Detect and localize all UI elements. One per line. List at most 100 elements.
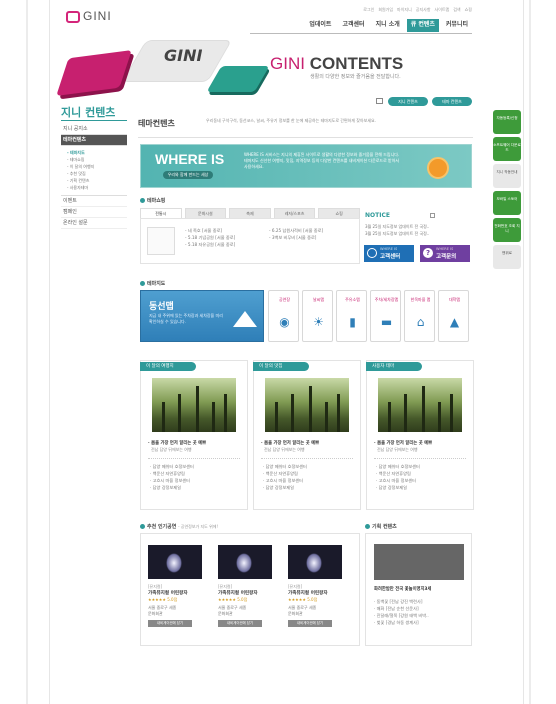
card-list-item[interactable]: · 백운산 자연휴양림 — [376, 470, 468, 477]
util-link[interactable]: 마이지니 — [397, 7, 412, 15]
sidebar-item[interactable]: 이벤트 — [61, 196, 127, 207]
card-list-item[interactable]: · 백운산 자연휴양림 — [263, 470, 355, 477]
map-icon-button[interactable]: 주차/세차장맵 ▬ — [370, 290, 401, 342]
util-link[interactable]: 검색 — [453, 7, 460, 15]
map-icon-button[interactable]: 대학맵 ▲ — [438, 290, 469, 342]
card-list-item[interactable]: · 백운산 자연휴양림 — [150, 470, 242, 477]
main-nav-item[interactable]: 큐 컨텐츠 — [406, 19, 439, 32]
map-icon-button[interactable]: 날씨맵 ☀ — [302, 290, 333, 342]
notice-item-2[interactable]: 3월 25일 지도정보 업데이트 전 국정.. — [365, 231, 429, 237]
sidebar-subitem[interactable]: - 사용자테마 — [67, 184, 127, 191]
hero-title-b: CONTENTS — [309, 54, 404, 73]
card-list-item[interactable]: · 고흐시 마을 정보센터 — [150, 477, 242, 484]
sidebar-subitem[interactable]: - 추천 맛집 — [67, 170, 127, 177]
sidebar-subitem[interactable]: - 기획 컨텐츠 — [67, 177, 127, 184]
main-nav-item[interactable]: 커뮤니티 — [442, 19, 472, 32]
navi-save-button[interactable]: 내비게이션에 담기 — [218, 620, 262, 627]
card-list-item[interactable]: · 담양 메쉬터 호정보센터 — [150, 463, 242, 470]
tab-shopping[interactable]: 레저/스포츠 — [273, 208, 316, 218]
customer-center-button[interactable]: WHERE IS 고객센터 — [364, 245, 414, 262]
tab-shopping[interactable]: 축제 — [229, 208, 271, 218]
notice-item-1[interactable]: 3월 25일 지도정보 업데이트 전 국정.. — [365, 224, 429, 230]
map-icon-button[interactable]: 주유소맵 ▮ — [336, 290, 367, 342]
banner-button[interactable]: 우리와 함께 만드는 세상 — [163, 171, 213, 179]
special-list-item[interactable]: · 진달래/철쭉 [강원 태백 비박.. — [374, 612, 468, 619]
shopping-item[interactable]: - 5.18 기념공원 [서울 중로] — [185, 234, 265, 241]
card-list-item[interactable]: · 고흐시 마을 정보센터 — [263, 477, 355, 484]
card-photo[interactable] — [152, 378, 236, 432]
card-list-item[interactable]: · 담양 메쉬터 호정보센터 — [263, 463, 355, 470]
main-nav-item[interactable]: 지니 소개 — [372, 19, 404, 32]
card-list-item[interactable]: · 담양 강정보제일 — [376, 484, 468, 491]
tab-shopping[interactable]: 문화시설 — [184, 208, 227, 218]
quick-menu-item[interactable]: 모바일 스토어 — [493, 191, 521, 215]
sidebar-item[interactable]: 테마컨텐츠 — [61, 135, 127, 146]
tab-shopping[interactable]: 쇼핑 — [318, 208, 360, 218]
notice-more-icon[interactable] — [430, 213, 435, 218]
special-list-item[interactable]: · 매화 [전남 순천 선운사] — [374, 605, 468, 612]
special-list-item[interactable]: · 벚꽃 [경남 하동 쌍계사] — [374, 619, 468, 626]
performance-title[interactable]: 가족뮤지컬 어린왕자 — [148, 590, 210, 596]
card-list-item[interactable]: · 담양 강정보제일 — [150, 484, 242, 491]
quick-menu-item[interactable]: 지니 작동안내 — [493, 164, 521, 188]
tree-icon — [325, 402, 328, 432]
card-title[interactable]: · 봄을 가장 먼저 알리는 곳 예쁘 — [261, 440, 357, 446]
performance-photo[interactable] — [218, 545, 272, 579]
special-title[interactable]: 화려한밤만 전국 꽃놀이명지3세 — [374, 586, 466, 592]
util-link[interactable]: 회원가입 — [378, 7, 393, 15]
performance-rating: ★★★★★ 5.0점 — [218, 597, 248, 602]
sidebar-subitem[interactable]: - 테마쇼핑 — [67, 156, 127, 163]
card-list-item[interactable]: · 담양 메쉬터 호정보센터 — [376, 463, 468, 470]
where-is-banner[interactable]: WHERE IS 우리와 함께 만드는 세상 WHERE IS 서비스는 지니의… — [140, 144, 472, 188]
sidebar-subitem[interactable]: - 테마지도 — [67, 149, 127, 156]
shopping-item[interactable]: - 네 족호 [서울 중로] — [185, 227, 265, 234]
util-link[interactable]: 쇼핑 — [465, 7, 472, 15]
shopping-item[interactable]: - 3백보 비무비 [서울 중로] — [269, 234, 357, 241]
quick-menu-item[interactable]: 전화번호 조회 지니 — [493, 218, 521, 242]
util-link[interactable]: 로그인 — [363, 7, 374, 15]
sidebar-item[interactable]: 캠페인 — [61, 207, 127, 218]
mountain-icon — [233, 311, 257, 327]
util-link[interactable]: 사이트맵 — [435, 7, 450, 15]
sidebar-item[interactable]: 온라인 설문 — [61, 218, 127, 229]
performance-photo[interactable] — [148, 545, 202, 579]
performance-title[interactable]: 가족뮤지컬 어린왕자 — [218, 590, 280, 596]
util-link[interactable]: 공지사항 — [416, 7, 431, 15]
performance-photo[interactable] — [288, 545, 342, 579]
performance-title[interactable]: 가족뮤지컬 어린왕자 — [288, 590, 350, 596]
quick-menu-item[interactable]: 맨위로 — [493, 245, 521, 269]
shopping-item[interactable]: - 6.25 납원사적비 [서울 중로] — [269, 227, 357, 234]
performances-header-text: 추천 인기공연 — [147, 524, 177, 530]
map-icon-button[interactable]: 공연장 ◉ — [268, 290, 299, 342]
card-photo[interactable] — [265, 378, 349, 432]
sidebar-subitem[interactable]: - 이 달의 여행지 — [67, 163, 127, 170]
performance-venue: 문화회관 — [148, 611, 163, 616]
sidebar-item[interactable]: 지니 공지소 — [61, 124, 127, 135]
card-title[interactable]: · 봄을 가장 먼저 알리는 곳 예쁘 — [374, 440, 470, 446]
sidebar-title: 지니 컨텐츠 — [61, 106, 116, 119]
theme-shopping-panel: - 네 족호 [서울 중로] - 5.18 기념공원 [서울 중로] - 5.18 … — [140, 218, 360, 264]
theme-map-feature[interactable]: 동선맵 지금 내 주위에 있는 주차장과 세차장을 미리 확인하실 수 있습니다… — [140, 290, 264, 342]
btn-theme-contents[interactable]: 테마 컨텐츠 — [432, 97, 472, 106]
shopping-item[interactable]: - 5.18 자유공원 [서울 중로] — [185, 241, 265, 248]
map-icon-label: 주유소맵 — [345, 297, 360, 302]
card-title[interactable]: · 봄을 가장 먼저 알리는 곳 예쁘 — [148, 440, 244, 446]
quick-menu-item[interactable]: 소프트웨어 다운로드 — [493, 137, 521, 161]
navi-save-button[interactable]: 내비게이션에 담기 — [288, 620, 332, 627]
navi-save-button[interactable]: 내비게이션에 담기 — [148, 620, 192, 627]
theme-shopping-col2: - 6.25 납원사적비 [서울 중로] - 3백보 비무비 [서울 중로] — [269, 227, 357, 241]
logo[interactable]: GINI — [66, 9, 116, 25]
special-list-item[interactable]: · 동백꽃 [전남 강진 백련사] — [374, 598, 468, 605]
quick-menu-item[interactable]: 자동등록/신청 — [493, 110, 521, 134]
map-icon-button[interactable]: 한옥마을 맵 ⌂ — [404, 290, 435, 342]
main-nav-item[interactable]: 업데이트 — [305, 19, 335, 32]
card-list-item[interactable]: · 담양 강정보제일 — [263, 484, 355, 491]
card-photo[interactable] — [378, 378, 462, 432]
main-nav-item[interactable]: 고객센터 — [338, 19, 368, 32]
customer-inquiry-button[interactable]: ? WHERE IS 고객문의 — [420, 245, 470, 262]
card-list-item[interactable]: · 고흐시 마을 정보센터 — [376, 477, 468, 484]
btn-gini-contents[interactable]: 지니 컨텐츠 — [388, 97, 428, 106]
tab-shopping[interactable]: 전통시 — [140, 208, 182, 218]
print-icon[interactable] — [376, 98, 383, 104]
special-thumb[interactable] — [374, 544, 464, 580]
